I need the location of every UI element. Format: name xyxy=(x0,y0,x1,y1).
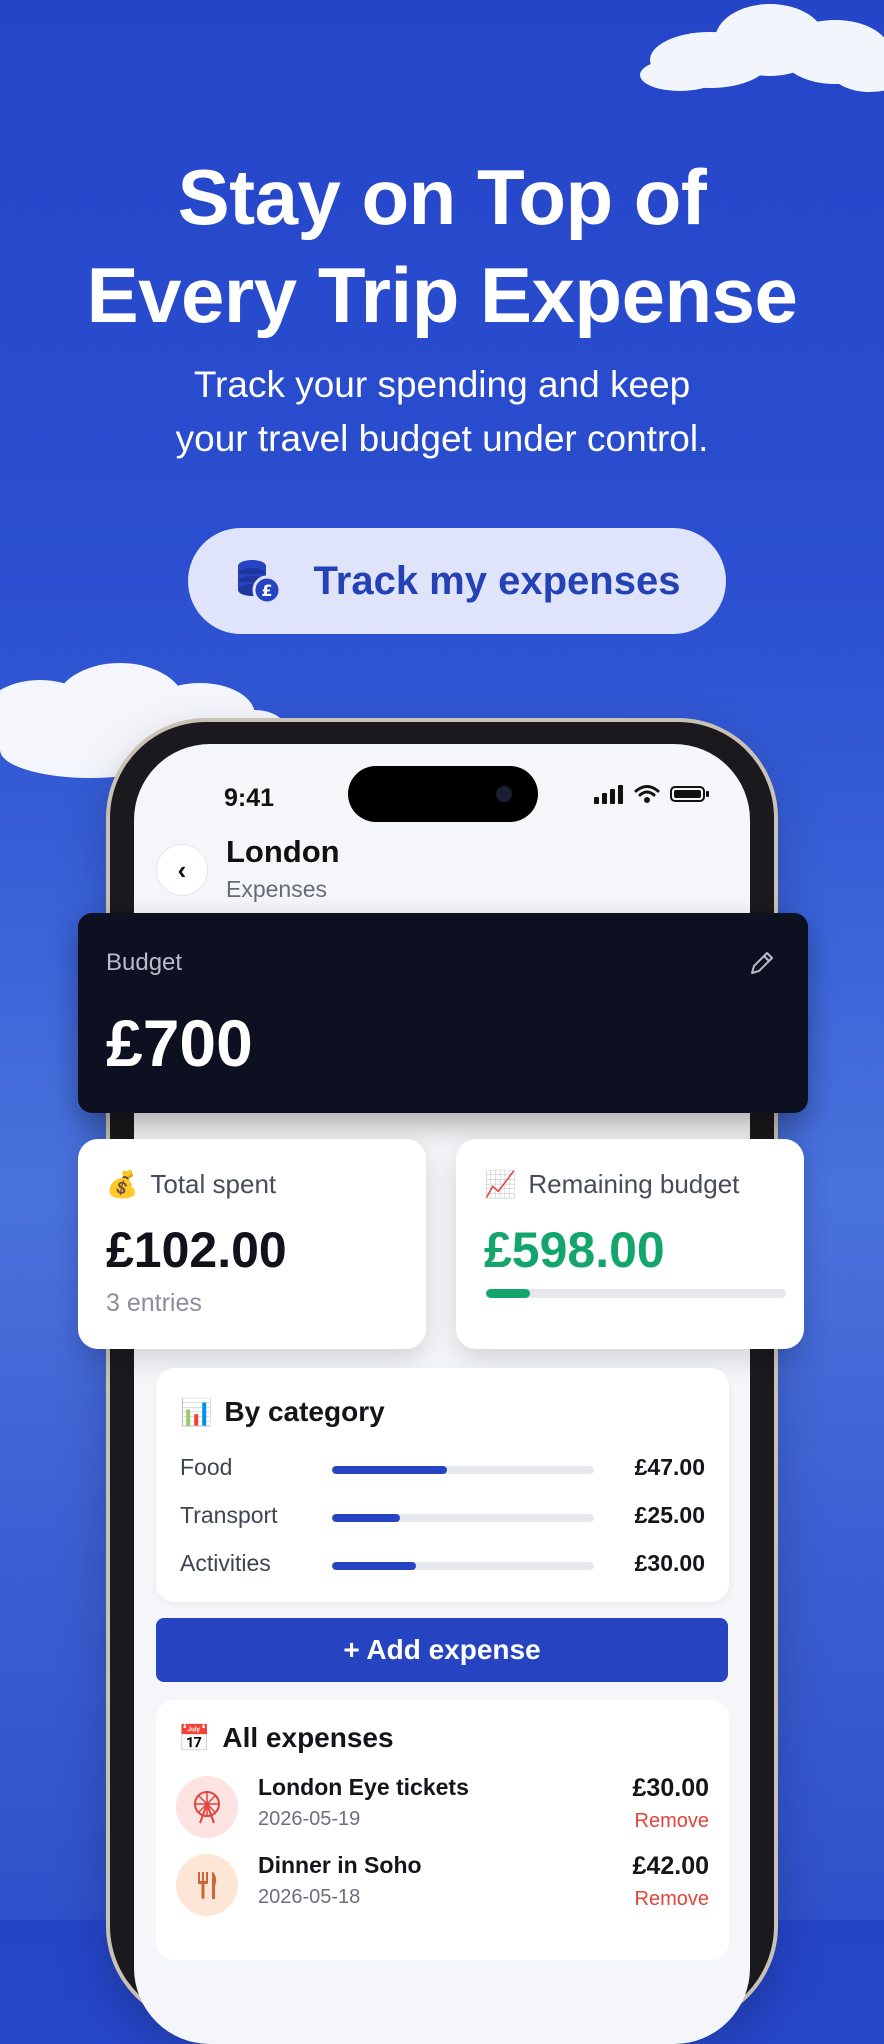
remaining-budget-value: £598.00 xyxy=(484,1222,665,1278)
track-expenses-button[interactable]: £ Track my expenses xyxy=(188,528,726,634)
hero-subtitle: Track your spending and keep your travel… xyxy=(0,358,884,466)
category-row-food: Food £47.00 xyxy=(180,1454,705,1484)
all-expenses-title: All expenses xyxy=(222,1722,394,1753)
dynamic-island xyxy=(348,766,538,822)
category-name: Transport xyxy=(180,1502,278,1528)
total-spent-card: 💰 Total spent £102.00 3 entries xyxy=(78,1139,426,1349)
svg-text:£: £ xyxy=(261,581,272,600)
hero-title-line-1: Stay on Top of xyxy=(177,153,707,241)
status-time: 9:41 xyxy=(224,784,275,812)
expense-amount: £42.00 xyxy=(632,1852,709,1880)
category-amount: £47.00 xyxy=(634,1454,705,1480)
calendar-icon: 📅 xyxy=(178,1722,211,1753)
pencil-icon[interactable] xyxy=(746,947,778,979)
by-category-title: By category xyxy=(224,1396,385,1427)
chart-up-icon: 📈 xyxy=(484,1169,517,1199)
all-expenses-card: 📅 All expenses London Eye tickets 2026-0… xyxy=(156,1700,729,1960)
category-bar-fill xyxy=(332,1562,416,1570)
ferris-wheel-icon xyxy=(176,1776,238,1838)
total-spent-value: £102.00 xyxy=(106,1222,287,1278)
remaining-progress-bar xyxy=(486,1289,786,1298)
hero-title-line-2: Every Trip Expense xyxy=(86,251,798,339)
category-row-activities: Activities £30.00 xyxy=(180,1550,705,1580)
trip-subtitle: Expenses xyxy=(226,876,328,902)
coins-pound-icon: £ xyxy=(237,560,282,605)
battery-icon xyxy=(670,786,709,802)
hero-subtitle-line-2: your travel budget under control. xyxy=(175,418,709,459)
expense-date: 2026-05-19 xyxy=(258,1808,361,1830)
track-expenses-label: Track my expenses xyxy=(313,558,681,603)
entries-count: 3 entries xyxy=(106,1289,202,1317)
budget-value: £700 xyxy=(106,1006,253,1080)
cloud-top-right xyxy=(640,4,884,92)
expense-item: Dinner in Soho 2026-05-18 £42.00 Remove xyxy=(176,1852,709,1916)
bar-chart-icon: 📊 xyxy=(180,1396,213,1427)
budget-label: Budget xyxy=(106,949,183,976)
signal-icon xyxy=(594,785,623,804)
remaining-progress-fill xyxy=(486,1289,530,1298)
category-amount: £25.00 xyxy=(634,1502,705,1528)
expense-item: London Eye tickets 2026-05-19 £30.00 Rem… xyxy=(176,1774,709,1838)
expense-title: London Eye tickets xyxy=(258,1774,469,1800)
total-spent-label: Total spent xyxy=(150,1169,277,1199)
hero-title: Stay on Top of Every Trip Expense xyxy=(0,148,884,344)
remove-expense-button[interactable]: Remove xyxy=(635,1810,709,1833)
category-bar xyxy=(332,1562,594,1570)
fork-knife-icon xyxy=(176,1854,238,1916)
add-expense-button[interactable]: + Add expense xyxy=(156,1618,728,1682)
category-amount: £30.00 xyxy=(634,1550,705,1576)
remaining-budget-label: Remaining budget xyxy=(528,1169,740,1199)
back-button[interactable]: ‹ xyxy=(156,844,208,896)
category-bar xyxy=(332,1514,594,1522)
hero-subtitle-line-1: Track your spending and keep xyxy=(193,364,691,405)
expense-title: Dinner in Soho xyxy=(258,1852,422,1878)
category-name: Activities xyxy=(180,1550,271,1576)
budget-card: Budget £700 xyxy=(78,913,808,1113)
status-icons xyxy=(594,784,710,804)
remove-expense-button[interactable]: Remove xyxy=(635,1888,709,1911)
expense-amount: £30.00 xyxy=(632,1774,709,1802)
money-bag-icon: 💰 xyxy=(106,1169,139,1199)
trip-title: London xyxy=(226,834,340,869)
expense-date: 2026-05-18 xyxy=(258,1886,361,1908)
category-name: Food xyxy=(180,1454,233,1480)
category-row-transport: Transport £25.00 xyxy=(180,1502,705,1532)
category-bar-fill xyxy=(332,1466,448,1474)
by-category-card: 📊 By category Food £47.00 Transport £25.… xyxy=(156,1368,729,1602)
category-bar xyxy=(332,1466,594,1474)
category-bar-fill xyxy=(332,1514,401,1522)
wifi-icon xyxy=(634,785,660,803)
remaining-budget-card: 📈 Remaining budget £598.00 xyxy=(456,1139,804,1349)
chevron-left-icon: ‹ xyxy=(177,854,187,885)
